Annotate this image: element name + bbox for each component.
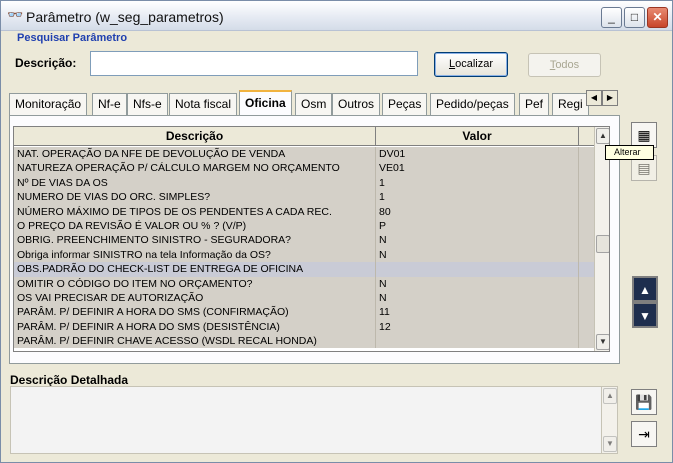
- cell-valor: N: [376, 276, 579, 291]
- cell-valor: 80: [376, 204, 579, 219]
- tab-oficina[interactable]: Oficina: [239, 90, 292, 115]
- cell-valor: 11: [376, 305, 579, 320]
- table-row[interactable]: PARÂM. P/ DEFINIR A HORA DO SMS (CONFIRM…: [14, 305, 594, 320]
- arrow-up-icon: ▲: [639, 283, 651, 297]
- cell-descricao: NÚMERO MÁXIMO DE TIPOS DE OS PENDENTES A…: [14, 204, 376, 219]
- todos-button[interactable]: Todos: [528, 53, 601, 77]
- table-row[interactable]: PARÂM. P/ DEFINIR CHAVE ACESSO (WSDL REC…: [14, 334, 594, 349]
- tab-regi[interactable]: Regi: [552, 93, 589, 115]
- cell-descricao: NUMERO DE VIAS DO ORC. SIMPLES?: [14, 190, 376, 205]
- arrow-down-icon: ▼: [639, 309, 651, 323]
- cell-descricao: NAT. OPERAÇÃO DA NFE DE DEVOLUÇÃO DE VEN…: [14, 147, 376, 162]
- detail-scroll-down-icon[interactable]: ▼: [603, 436, 617, 452]
- detail-label: Descrição Detalhada: [10, 373, 129, 387]
- alterar-tooltip: Alterar: [605, 145, 654, 160]
- parameters-grid: Descrição Valor NAT. OPERAÇÃO DA NFE DE …: [13, 126, 610, 352]
- cell-descricao: OMITIR O CÓDIGO DO ITEM NO ORÇAMENTO?: [14, 276, 376, 291]
- table-row[interactable]: Obriga informar SINISTRO na tela Informa…: [14, 247, 594, 263]
- tab-osm[interactable]: Osm: [295, 93, 333, 115]
- grid-scrollbar[interactable]: ▲ ▼: [594, 127, 609, 351]
- window-title: Parâmetro (w_seg_parametros): [26, 9, 224, 25]
- scroll-thumb[interactable]: [596, 235, 609, 253]
- table-row[interactable]: NÚMERO MÁXIMO DE TIPOS DE OS PENDENTES A…: [14, 204, 594, 219]
- cell-descricao: PARÂM. P/ DEFINIR A HORA DO SMS (DESISTÊ…: [14, 319, 376, 335]
- tab-nota-fiscal[interactable]: Nota fiscal: [169, 93, 238, 115]
- cell-valor: 1: [376, 175, 579, 191]
- table-row[interactable]: OBRIG. PREENCHIMENTO SINISTRO - SEGURADO…: [14, 233, 594, 248]
- tab-scroll: ◀ ▶: [586, 90, 618, 106]
- title-bar[interactable]: 👓 Parâmetro (w_seg_parametros) _ □ ✕: [1, 1, 672, 31]
- tab-nfse[interactable]: Nfs-e: [127, 93, 168, 115]
- tab-monitoracao[interactable]: Monitoração: [9, 93, 88, 115]
- maximize-button[interactable]: □: [624, 7, 645, 28]
- tab-scroll-left-icon[interactable]: ◀: [586, 90, 602, 106]
- minimize-button[interactable]: _: [601, 7, 622, 28]
- localizar-label: Localizar: [448, 58, 494, 70]
- tab-pedido-pecas[interactable]: Pedido/peças: [430, 93, 515, 115]
- column-header-valor[interactable]: Valor: [376, 127, 579, 145]
- table-row[interactable]: O PREÇO DA REVISÃO É VALOR OU % ? (V/P) P: [14, 218, 594, 234]
- cell-valor: 1: [376, 190, 579, 205]
- table-row[interactable]: OMITIR O CÓDIGO DO ITEM NO ORÇAMENTO? N: [14, 276, 594, 291]
- search-section-title: Pesquisar Parâmetro: [17, 32, 128, 44]
- cell-descricao: PARÂM. P/ DEFINIR CHAVE ACESSO (WSDL REC…: [14, 334, 376, 349]
- cell-valor: [376, 262, 579, 277]
- move-up-button[interactable]: ▲: [632, 276, 658, 302]
- column-header-descricao[interactable]: Descrição: [14, 127, 376, 145]
- todos-label: Todos: [549, 59, 580, 71]
- table-row[interactable]: NAT. OPERAÇÃO DA NFE DE DEVOLUÇÃO DE VEN…: [14, 147, 594, 162]
- tab-outros[interactable]: Outros: [332, 93, 381, 115]
- cell-valor: N: [376, 233, 579, 248]
- document-icon: ▤: [637, 160, 651, 176]
- description-label: Descrição:: [15, 56, 77, 70]
- cell-valor: P: [376, 218, 579, 234]
- detail-textarea[interactable]: ▲ ▼: [10, 386, 618, 454]
- localizar-button[interactable]: Localizar: [434, 52, 508, 77]
- cell-valor: VE01: [376, 161, 579, 176]
- table-row[interactable]: PARÂM. P/ DEFINIR A HORA DO SMS (DESISTÊ…: [14, 319, 594, 335]
- scroll-up-icon[interactable]: ▲: [596, 128, 609, 144]
- tab-scroll-right-icon[interactable]: ▶: [602, 90, 618, 106]
- exit-button[interactable]: ⇥: [631, 421, 657, 447]
- exit-door-icon: ⇥: [638, 426, 650, 442]
- cell-descricao: OS VAI PRECISAR DE AUTORIZAÇÃO: [14, 290, 376, 306]
- scroll-down-icon[interactable]: ▼: [596, 334, 609, 350]
- cell-descricao: Obriga informar SINISTRO na tela Informa…: [14, 247, 376, 263]
- cell-valor: N: [376, 247, 579, 263]
- cell-descricao: O PREÇO DA REVISÃO É VALOR OU % ? (V/P): [14, 218, 376, 234]
- table-row[interactable]: OBS.PADRÃO DO CHECK-LIST DE ENTREGA DE O…: [14, 262, 594, 277]
- glasses-icon: 👓: [7, 7, 24, 22]
- save-icon: 💾: [635, 394, 653, 410]
- cell-valor: DV01: [376, 147, 579, 162]
- save-button[interactable]: 💾: [631, 389, 657, 415]
- detail-scrollbar[interactable]: ▲ ▼: [601, 387, 617, 453]
- table-row[interactable]: OS VAI PRECISAR DE AUTORIZAÇÃO N: [14, 290, 594, 306]
- cell-descricao: OBRIG. PREENCHIMENTO SINISTRO - SEGURADO…: [14, 233, 376, 248]
- parametro-window: 👓 Parâmetro (w_seg_parametros) _ □ ✕ Pes…: [0, 0, 673, 463]
- cell-valor: 12: [376, 319, 579, 335]
- tab-nfe[interactable]: Nf-e: [92, 93, 127, 115]
- cell-descricao: PARÂM. P/ DEFINIR A HORA DO SMS (CONFIRM…: [14, 305, 376, 320]
- move-down-button[interactable]: ▼: [632, 302, 658, 328]
- description-search-input[interactable]: [90, 51, 418, 76]
- tab-bar: Monitoração Nf-e Nfs-e Nota fiscal Ofici…: [9, 90, 619, 115]
- cell-descricao: NATUREZA OPERAÇÃO P/ CÁLCULO MARGEM NO O…: [14, 161, 376, 176]
- cell-valor: N: [376, 290, 579, 306]
- grid-rows: NAT. OPERAÇÃO DA NFE DE DEVOLUÇÃO DE VEN…: [14, 147, 594, 349]
- close-button[interactable]: ✕: [647, 7, 668, 28]
- table-row[interactable]: NATUREZA OPERAÇÃO P/ CÁLCULO MARGEM NO O…: [14, 161, 594, 176]
- grid-header: Descrição Valor: [14, 127, 594, 146]
- table-row[interactable]: NUMERO DE VIAS DO ORC. SIMPLES? 1: [14, 190, 594, 205]
- cell-valor: [376, 334, 579, 349]
- detail-scroll-up-icon[interactable]: ▲: [603, 388, 617, 404]
- edit-table-icon: ▦: [637, 127, 651, 143]
- tab-pecas[interactable]: Peças: [382, 93, 428, 115]
- table-row[interactable]: Nº DE VIAS DA OS 1: [14, 175, 594, 191]
- cell-descricao: OBS.PADRÃO DO CHECK-LIST DE ENTREGA DE O…: [14, 262, 376, 277]
- tab-pef[interactable]: Pef: [519, 93, 550, 115]
- cell-descricao: Nº DE VIAS DA OS: [14, 175, 376, 191]
